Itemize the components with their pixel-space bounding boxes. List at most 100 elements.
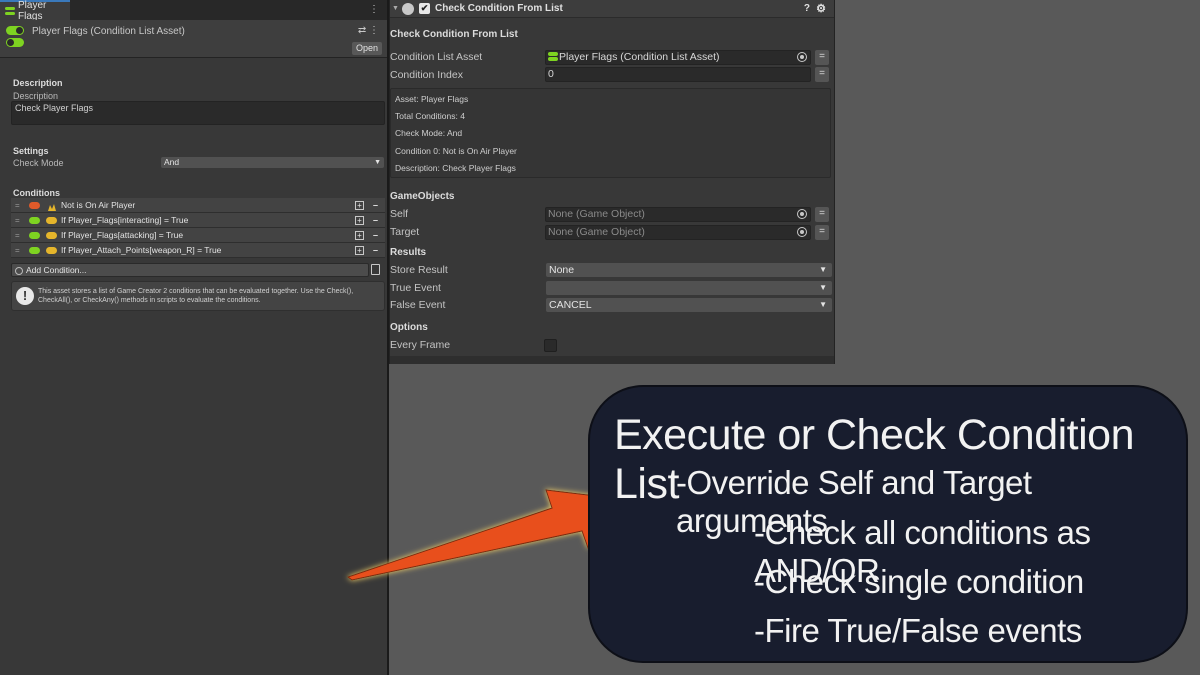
info-text: This asset stores a list of Game Creator…	[38, 288, 354, 304]
summary-mode: Check Mode: And	[395, 128, 463, 138]
kebab-menu-icon[interactable]: ⋮	[369, 4, 379, 15]
remove-icon[interactable]: –	[373, 213, 378, 228]
project-inspector-panel: Player Flags ⋮ Player Flags (Condition L…	[0, 0, 389, 675]
chevron-down-icon: ▼	[374, 159, 381, 166]
every-frame-label: Every Frame	[390, 339, 451, 351]
drag-handle-icon[interactable]: =	[15, 228, 20, 243]
chevron-down-icon: ▼	[819, 300, 827, 309]
chevron-down-icon: ▼	[819, 265, 827, 274]
object-picker-icon[interactable]	[797, 227, 807, 237]
drag-handle-icon[interactable]: =	[15, 198, 20, 213]
open-button[interactable]: Open	[352, 42, 382, 55]
remove-icon[interactable]: –	[373, 243, 378, 258]
variable-icon	[46, 247, 57, 254]
variable-icon	[46, 232, 57, 239]
condition-row[interactable]: = If Player_Flags[attacking] = True + –	[11, 228, 385, 243]
inspector-footer	[390, 356, 834, 364]
target-field[interactable]: None (Game Object)	[545, 225, 811, 240]
object-picker-icon[interactable]	[797, 52, 807, 62]
condition-list-asset-field[interactable]: Player Flags (Condition List Asset)	[545, 50, 811, 65]
store-result-value: None	[549, 264, 575, 276]
expand-icon[interactable]: +	[355, 246, 364, 255]
summary-box: Asset: Player Flags Total Conditions: 4 …	[390, 88, 831, 178]
condition-index-label: Condition Index	[390, 69, 463, 81]
description-header: Description	[13, 78, 63, 88]
object-picker-icon[interactable]	[797, 209, 807, 219]
gameobjects-header: GameObjects	[390, 191, 455, 202]
condition-list-asset-label: Condition List Asset	[390, 51, 483, 63]
condition-text: If Player_Flags[attacking] = True	[61, 230, 184, 240]
tab-bar: Player Flags ⋮	[0, 0, 387, 22]
info-icon: !	[16, 287, 34, 305]
add-condition-button[interactable]: Add Condition...	[11, 263, 369, 277]
true-event-label: True Event	[390, 282, 441, 294]
condition-text: If Player_Flags[interacting] = True	[61, 215, 189, 225]
conditions-list: = Not is On Air Player + – = If Player_F…	[11, 198, 385, 258]
section-title: Check Condition From List	[390, 29, 518, 40]
options-button[interactable]: =	[815, 225, 829, 240]
drag-handle-icon[interactable]: =	[15, 213, 20, 228]
check-mode-label: Check Mode	[13, 158, 64, 168]
self-label: Self	[390, 208, 409, 220]
condition-index-input[interactable]: 0	[545, 67, 811, 82]
settings-header: Settings	[13, 146, 49, 156]
summary-condition0: Condition 0: Not is On Air Player	[395, 146, 517, 156]
options-button[interactable]: =	[815, 207, 829, 222]
hand-icon	[46, 202, 57, 211]
results-header: Results	[390, 247, 427, 258]
callout-bullet: -Fire True/False events	[754, 612, 1082, 649]
callout-bullet: -Check single condition	[754, 563, 1084, 600]
true-event-dropdown[interactable]: ▼	[546, 281, 832, 295]
conditions-header: Conditions	[13, 188, 60, 198]
description-input[interactable]: Check Player Flags	[11, 101, 385, 125]
tab-player-flags[interactable]: Player Flags	[0, 0, 70, 22]
condition-list-icon	[5, 6, 15, 16]
clipboard-icon[interactable]	[371, 264, 380, 275]
false-event-value: CANCEL	[549, 299, 592, 311]
target-value: None (Game Object)	[548, 226, 645, 238]
condition-row[interactable]: = If Player_Attach_Points[weapon_R] = Tr…	[11, 243, 385, 258]
check-mode-value: And	[164, 157, 180, 167]
condition-toggle[interactable]	[29, 247, 40, 254]
chevron-down-icon: ▼	[819, 283, 827, 292]
self-value: None (Game Object)	[548, 208, 645, 220]
false-event-label: False Event	[390, 299, 446, 311]
condition-list-icon	[548, 51, 559, 62]
condition-row[interactable]: = If Player_Flags[interacting] = True + …	[11, 213, 385, 228]
options-button[interactable]: =	[815, 67, 829, 82]
info-box: ! This asset stores a list of Game Creat…	[11, 281, 385, 311]
self-field[interactable]: None (Game Object)	[545, 207, 811, 222]
remove-icon[interactable]: –	[373, 228, 378, 243]
false-event-dropdown[interactable]: CANCEL ▼	[546, 298, 832, 312]
condition-text: Not is On Air Player	[61, 200, 136, 210]
expand-icon[interactable]: +	[355, 201, 364, 210]
variable-icon	[46, 217, 57, 224]
asset-title: Player Flags (Condition List Asset)	[32, 26, 185, 37]
summary-total: Total Conditions: 4	[395, 111, 465, 121]
condition-row[interactable]: = Not is On Air Player + –	[11, 198, 385, 213]
store-result-label: Store Result	[390, 264, 448, 276]
condition-toggle[interactable]	[29, 232, 40, 239]
every-frame-checkbox[interactable]	[544, 339, 557, 352]
store-result-dropdown[interactable]: None ▼	[546, 263, 832, 277]
drag-handle-icon[interactable]: =	[15, 243, 20, 258]
expand-icon[interactable]: +	[355, 216, 364, 225]
component-inspector: ▼ ✔ Check Condition From List ? ⚙ Check …	[389, 0, 835, 364]
target-label: Target	[390, 226, 420, 238]
condition-text: If Player_Attach_Points[weapon_R] = True	[61, 245, 222, 255]
condition-toggle[interactable]	[29, 217, 40, 224]
condition-list-asset-value: Player Flags (Condition List Asset)	[559, 51, 720, 63]
options-button[interactable]: =	[815, 50, 829, 65]
tab-label: Player Flags	[18, 0, 47, 22]
summary-description: Description: Check Player Flags	[395, 163, 516, 173]
condition-list-asset-icon	[6, 26, 24, 48]
summary-asset: Asset: Player Flags	[395, 94, 469, 104]
expand-icon[interactable]: +	[355, 231, 364, 240]
options-header: Options	[390, 322, 428, 333]
remove-icon[interactable]: –	[373, 198, 378, 213]
asset-settings-icon[interactable]: ⇄ ⋮	[358, 25, 379, 36]
callout-box: Execute or Check Condition List -Overrid…	[588, 385, 1188, 663]
condition-toggle[interactable]	[29, 202, 40, 209]
asset-header: Player Flags (Condition List Asset) ⇄ ⋮ …	[0, 20, 387, 58]
check-mode-dropdown[interactable]: And ▼	[161, 157, 384, 168]
